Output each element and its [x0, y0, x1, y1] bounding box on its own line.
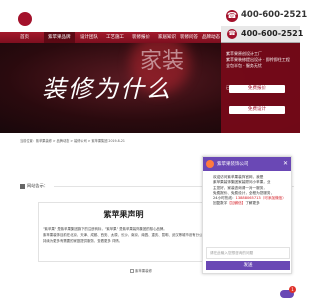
unread-badge: 1	[289, 286, 296, 293]
chat-line-6: 回复数字【加微信】了解更多	[213, 201, 289, 206]
statement-line-3: 持续为更多有需要的家庭提供服务，查看更多 详情。	[43, 239, 206, 244]
chat-wechat-link[interactable]: 【加微信】	[227, 201, 245, 205]
free-design-button[interactable]: 免费设计	[229, 106, 285, 114]
chat-title: 紫苹果装饰公司	[217, 162, 249, 167]
chat-more-prefix: 回复数字	[213, 201, 228, 206]
nav-item-qa[interactable]: 装修问答	[180, 32, 198, 43]
statement-title: 紫苹果声明	[103, 210, 144, 219]
statement-line-2: 紫苹果装饰目前在北京、天津、成都、西安、太原、长沙、南京、南昌、重庆、昆明、武汉…	[43, 233, 206, 237]
side-hotline: ☎ 400-600-2521	[221, 26, 304, 43]
statement-line-3-text: 持续为更多有需要的家庭提供服务，查看更多 详情。	[43, 239, 123, 243]
statement-line-1: "紫苹果" 是紫苹果集团旗下的注册商标，"紫苹果" 是紫苹果装饰集团的核心品牌。	[43, 227, 167, 231]
agent-avatar	[206, 160, 214, 168]
statement-card: 紫苹果声明 "紫苹果" 是紫苹果集团旗下的注册商标，"紫苹果" 是紫苹果装饰集团…	[38, 202, 209, 262]
free-quote-button[interactable]: 免费报价	[229, 85, 285, 93]
chat-widget: 紫苹果装饰公司 ✕ 欢迎访问紫苹果装饰官网，我是 紫苹果装饰集团家装顾问小苹果，…	[202, 156, 292, 274]
apple-logo-icon	[18, 11, 32, 26]
close-icon[interactable]: ✕	[283, 160, 288, 168]
nav-item-quote[interactable]: 装修报价	[132, 32, 150, 43]
phone-icon: ☎	[226, 10, 238, 22]
site-announcement: 网站告示：	[20, 183, 48, 189]
header-hotline: ☎ 400-600-2521	[226, 6, 307, 26]
chat-message: 欢迎访问紫苹果装饰官网，我是 紫苹果装饰集团家装顾问小苹果，业 主您好，家装咨询…	[213, 175, 289, 207]
chat-more-suffix: 了解更多	[245, 201, 260, 206]
nav-item-brand[interactable]: 紫苹果品牌	[44, 32, 75, 43]
nav-item-news[interactable]: 品牌动态	[202, 32, 220, 43]
bottom-image-link[interactable]: 紫苹果装修	[130, 268, 152, 273]
bottom-link-label: 紫苹果装修	[135, 269, 152, 273]
phone-icon: ☎	[227, 29, 237, 39]
nav-item-design-team[interactable]: 设计团队	[80, 32, 98, 43]
side-hotline-number: 400-600-2521	[241, 29, 304, 38]
nav-item-home[interactable]: 首页	[20, 32, 29, 43]
chat-input-placeholder: 请在此输入您想咨询的问题	[210, 251, 254, 255]
speaker-icon	[20, 183, 25, 189]
announcement-label: 网站告示：	[27, 183, 48, 188]
banner-headline: 装修为什么	[42, 75, 172, 103]
hotline-number: 400-600-2521	[241, 10, 308, 20]
chat-input[interactable]: 请在此输入您想咨询的问题	[206, 247, 290, 259]
breadcrumb: 当前位置：紫苹果装修 > 品牌动态 > 装修公司 > 紫苹果集团 2019-8-…	[20, 139, 125, 143]
side-line-3: 全包半包 · 服务无忧	[226, 63, 262, 68]
site-logo[interactable]	[18, 8, 104, 42]
chat-header: 紫苹果装饰公司 ✕	[203, 157, 291, 171]
chat-hotline-number: 13888065713（可添加微信）	[235, 196, 286, 201]
image-icon	[130, 269, 134, 273]
nav-item-construction[interactable]: 工艺施工	[106, 32, 124, 43]
chat-hotline-label: 24小时热线：	[213, 196, 236, 201]
nav-item-home-knowledge[interactable]: 家居知识	[158, 32, 176, 43]
chat-send-button[interactable]: 发送	[206, 261, 290, 270]
